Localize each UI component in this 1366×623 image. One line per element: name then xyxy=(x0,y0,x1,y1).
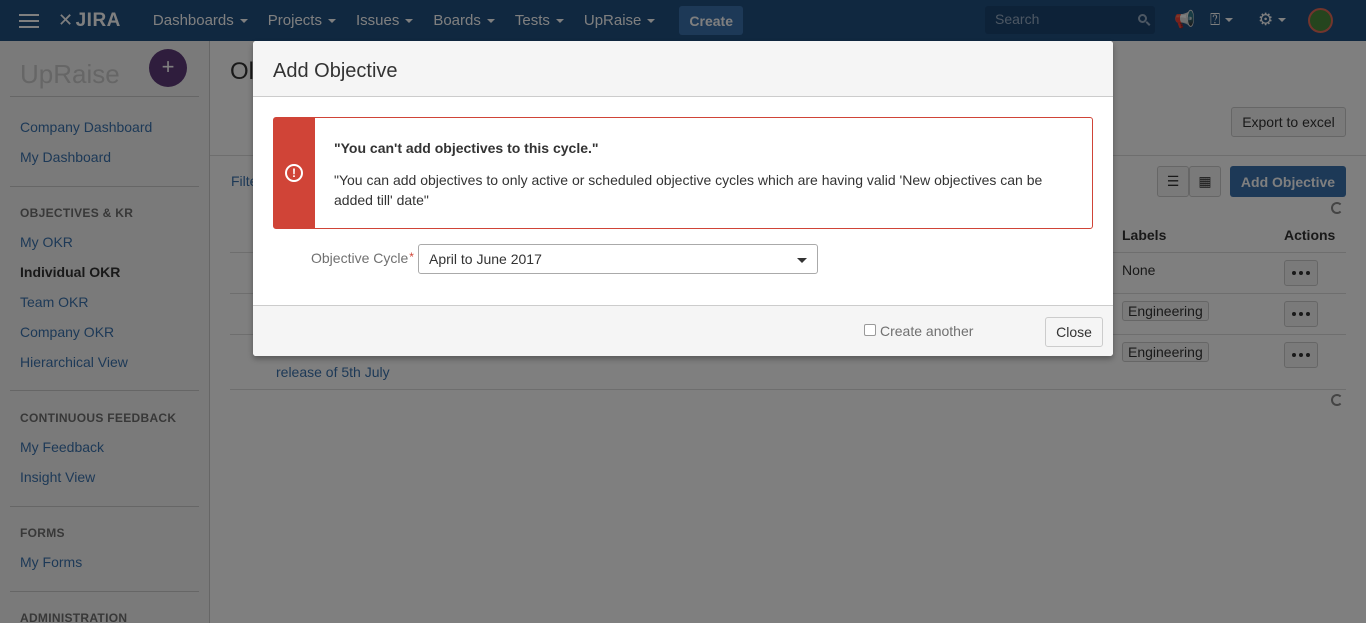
close-button[interactable]: Close xyxy=(1045,317,1103,347)
error-icon: ! xyxy=(285,164,303,182)
add-objective-dialog: Add Objective ! "You can't add objective… xyxy=(253,41,1113,356)
chevron-down-icon xyxy=(797,258,807,263)
objective-cycle-select[interactable]: April to June 2017 xyxy=(418,244,818,274)
error-message: ! "You can't add objectives to this cycl… xyxy=(273,117,1093,229)
create-another-label[interactable]: Create another xyxy=(880,323,973,339)
dialog-title: Add Objective xyxy=(253,41,1113,97)
error-title: "You can't add objectives to this cycle.… xyxy=(334,140,599,156)
objective-cycle-label: Objective Cycle* xyxy=(311,250,414,266)
dialog-footer: Create another Close xyxy=(253,305,1113,356)
create-another-checkbox[interactable] xyxy=(864,324,876,336)
required-icon: * xyxy=(409,250,414,264)
error-body: "You can add objectives to only active o… xyxy=(334,172,1043,208)
error-sidebar: ! xyxy=(274,118,315,228)
